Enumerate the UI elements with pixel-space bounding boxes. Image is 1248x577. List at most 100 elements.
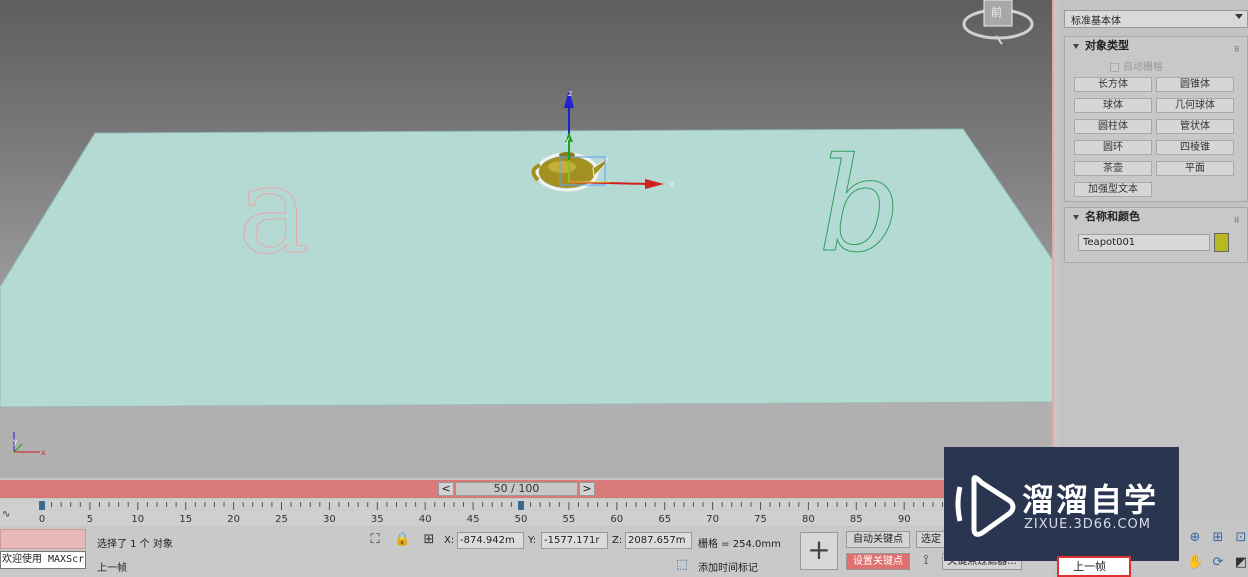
- ruler-tick-label: 75: [754, 514, 767, 525]
- ruler-tick-label: 15: [179, 514, 192, 525]
- ruler-tick-label: 45: [467, 514, 480, 525]
- chevron-down-icon: [1235, 14, 1243, 19]
- prompt-line: 上一帧: [97, 563, 127, 574]
- letter-b-shape: b: [818, 129, 901, 281]
- ruler-tick-label: 10: [131, 514, 144, 525]
- grip-icon: ⠿: [1233, 216, 1241, 225]
- next-frame-arrow[interactable]: >: [579, 482, 595, 496]
- object-color-swatch[interactable]: [1214, 233, 1229, 252]
- time-tag-icon[interactable]: ⬚: [674, 557, 690, 573]
- object-name-input[interactable]: Teapot001: [1078, 234, 1210, 251]
- pyramid-button[interactable]: 四棱锥: [1156, 140, 1234, 155]
- set-key-plus-button[interactable]: +: [800, 532, 838, 570]
- object-type-header[interactable]: 对象类型 ⠿: [1065, 37, 1247, 55]
- name-color-header[interactable]: 名称和颜色 ⠿: [1065, 208, 1247, 226]
- ruler-tick-label: 20: [227, 514, 240, 525]
- sphere-button[interactable]: 球体: [1074, 98, 1152, 113]
- track-ruler: ∿ 0 5 10 15 20 25 30 35 40 45 50 55 60 65 70 75 80 85 90: [2, 501, 1001, 525]
- curve-icon: ∿: [2, 509, 10, 520]
- ruler-tick-label: 85: [850, 514, 863, 525]
- ruler-tick-label: 60: [610, 514, 623, 525]
- ruler-tick-label: 40: [419, 514, 432, 525]
- category-dropdown[interactable]: 标准基本体: [1064, 10, 1248, 28]
- add-time-tag[interactable]: 添加时间标记: [698, 559, 758, 574]
- letter-a-shape: a: [238, 142, 310, 281]
- collapse-triangle-icon: [1073, 214, 1079, 220]
- app-window: a b z y x 前 y x 标准基本体 对象类型 ⠿ 自动栅格 长方体 圆锥…: [0, 0, 1248, 577]
- watermark-overlay: 溜溜自学 ZIXUE.3D66.COM: [944, 447, 1179, 561]
- zoom-all-icon[interactable]: ⊞: [1210, 530, 1226, 546]
- auto-grid-label: 自动栅格: [1123, 62, 1163, 73]
- status-bar: 欢迎使用 MAXScr 选择了 1 个 对象 上一帧 ⛶ 🔒 ⊞ X: -874…: [0, 527, 1054, 577]
- watermark-url: ZIXUE.3D66.COM: [1024, 517, 1151, 532]
- zoom-icon[interactable]: ⊕: [1187, 530, 1203, 546]
- selected-dropdown[interactable]: 选定: [916, 531, 946, 548]
- z-coordinate-field[interactable]: 2087.657m: [625, 532, 692, 549]
- ruler-tick-label: 35: [371, 514, 384, 525]
- object-type-title: 对象类型: [1085, 39, 1129, 52]
- maximize-viewport-icon[interactable]: ◩: [1233, 555, 1248, 571]
- command-panel: 标准基本体 对象类型 ⠿ 自动栅格 长方体 圆锥体 球体 几何球体 圆柱体 管状…: [1060, 0, 1248, 520]
- box-button[interactable]: 长方体: [1074, 77, 1152, 92]
- ruler-tick-label: 65: [658, 514, 671, 525]
- prev-frame-arrow[interactable]: <: [438, 482, 454, 496]
- y-label: Y:: [528, 535, 537, 546]
- orbit-icon[interactable]: ⟳: [1210, 555, 1226, 571]
- prev-frame-tooltip: 上一帧: [1057, 556, 1131, 577]
- svg-text:z: z: [568, 89, 572, 98]
- viewport-scene: a b z y x 前 y x: [0, 0, 1052, 478]
- plane-button[interactable]: 平面: [1156, 161, 1234, 176]
- text-plus-button[interactable]: 加强型文本: [1074, 182, 1152, 197]
- svg-text:x: x: [669, 180, 675, 190]
- grid-size: 栅格 = 254.0mm: [698, 539, 781, 550]
- teapot-button[interactable]: 茶壶: [1074, 161, 1152, 176]
- geosphere-button[interactable]: 几何球体: [1156, 98, 1234, 113]
- key-mode-icon[interactable]: ⟟: [918, 553, 934, 569]
- x-label: X:: [444, 535, 455, 546]
- ruler-tick-label: 55: [563, 514, 576, 525]
- tube-button[interactable]: 管状体: [1156, 119, 1234, 134]
- isolate-selection-icon[interactable]: ⛶: [367, 532, 383, 548]
- maxscript-input[interactable]: 欢迎使用 MAXScr: [0, 551, 86, 569]
- y-coordinate-field[interactable]: -1577.171r: [541, 532, 608, 549]
- auto-key-button[interactable]: 自动关键点: [846, 531, 910, 548]
- x-coordinate-field[interactable]: -874.942m: [457, 532, 524, 549]
- name-color-title: 名称和颜色: [1085, 210, 1140, 223]
- ruler-tick-label: 80: [802, 514, 815, 525]
- ruler-tick-label: 70: [706, 514, 719, 525]
- selection-status: 选择了 1 个 对象: [97, 539, 173, 550]
- viewcube-face-label: 前: [991, 5, 1002, 19]
- pan-hand-icon[interactable]: ✋: [1187, 555, 1203, 571]
- svg-text:y: y: [13, 437, 18, 446]
- ruler-tick-label: 90: [898, 514, 911, 525]
- viewcube[interactable]: 前: [962, 0, 1034, 45]
- checkbox-icon: [1110, 62, 1119, 72]
- cylinder-button[interactable]: 圆柱体: [1074, 119, 1152, 134]
- maxscript-listener-mini[interactable]: [0, 529, 86, 549]
- lock-icon[interactable]: 🔒: [394, 532, 410, 548]
- ruler-tick-label: 25: [275, 514, 288, 525]
- set-key-button[interactable]: 设置关键点: [846, 553, 910, 570]
- collapse-triangle-icon: [1073, 43, 1079, 49]
- perspective-viewport[interactable]: a b z y x 前 y x: [0, 0, 1054, 478]
- floor-shadow: [0, 402, 1052, 478]
- cone-button[interactable]: 圆锥体: [1156, 77, 1234, 92]
- category-dropdown-value: 标准基本体: [1071, 16, 1121, 27]
- grip-icon: ⠿: [1233, 45, 1241, 54]
- torus-button[interactable]: 圆环: [1074, 140, 1152, 155]
- watermark-title: 溜溜自学: [1022, 481, 1159, 519]
- zoom-extents-icon[interactable]: ⊡: [1233, 530, 1248, 546]
- time-slider[interactable]: 50 / 100: [455, 482, 578, 496]
- z-label: Z:: [612, 535, 623, 546]
- ruler-tick-label: 5: [87, 514, 93, 525]
- auto-grid-checkbox[interactable]: 自动栅格: [1110, 58, 1163, 73]
- ruler-tick-label: 0: [39, 514, 45, 525]
- svg-text:x: x: [41, 448, 46, 457]
- ruler-tick-label: 30: [323, 514, 336, 525]
- track-bar[interactable]: ∿ 0 5 10 15 20 25 30 35 40 45 50 55 60 65 70 75 80 85 90: [0, 499, 1054, 526]
- time-slider-bar: < 50 / 100 >: [0, 480, 1054, 498]
- ruler-tick-label: 50: [515, 514, 528, 525]
- svg-text:y: y: [565, 135, 570, 144]
- absolute-mode-icon[interactable]: ⊞: [421, 532, 437, 548]
- play-logo-icon: [955, 475, 1016, 537]
